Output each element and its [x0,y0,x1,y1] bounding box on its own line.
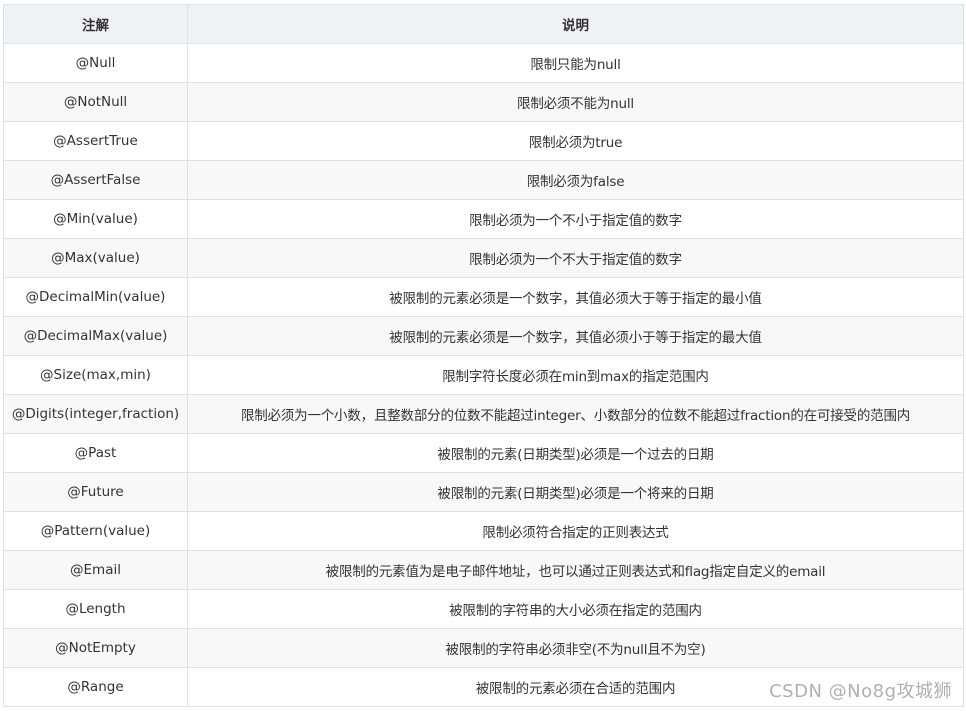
table-row: @Digits(integer,fraction) 限制必须为一个小数，且整数部… [3,394,964,434]
description-cell: 限制必须为一个小数，且整数部分的位数不能超过integer、小数部分的位数不能超… [187,394,964,434]
description-cell: 限制必须不能为null [187,82,964,122]
annotation-cell: @Max(value) [3,238,188,278]
annotation-cell: @Size(max,min) [3,355,188,395]
description-cell: 被限制的元素必须是一个数字，其值必须大于等于指定的最小值 [187,277,964,317]
header-description: 说明 [187,4,964,44]
table-row: @Length 被限制的字符串的大小必须在指定的范围内 [3,589,964,629]
annotation-cell: @Pattern(value) [3,511,188,551]
table-row: @AssertFalse 限制必须为false [3,160,964,200]
table-row: @AssertTrue 限制必须为true [3,121,964,161]
annotation-cell: @Min(value) [3,199,188,239]
annotation-cell: @AssertTrue [3,121,188,161]
annotation-cell: @Future [3,472,188,512]
table-row: @NotNull 限制必须不能为null [3,82,964,122]
description-cell: 限制必须符合指定的正则表达式 [187,511,964,551]
header-annotation: 注解 [3,4,188,44]
table-row: @Email 被限制的元素值为是电子邮件地址，也可以通过正则表达式和flag指定… [3,550,964,590]
table-header-row: 注解 说明 [3,4,964,44]
table-row: @NotEmpty 被限制的字符串必须非空(不为null且不为空) [3,628,964,668]
description-cell: 被限制的元素必须是一个数字，其值必须小于等于指定的最大值 [187,316,964,356]
annotation-cell: @DecimalMin(value) [3,277,188,317]
description-cell: 被限制的元素值为是电子邮件地址，也可以通过正则表达式和flag指定自定义的ema… [187,550,964,590]
annotation-cell: @Range [3,667,188,707]
annotation-cell: @Digits(integer,fraction) [3,394,188,434]
description-cell: 限制必须为true [187,121,964,161]
table-row: @Min(value) 限制必须为一个不小于指定值的数字 [3,199,964,239]
table-row: @DecimalMax(value) 被限制的元素必须是一个数字，其值必须小于等… [3,316,964,356]
description-cell: 限制字符长度必须在min到max的指定范围内 [187,355,964,395]
description-cell: 限制必须为一个不小于指定值的数字 [187,199,964,239]
table-row: @Size(max,min) 限制字符长度必须在min到max的指定范围内 [3,355,964,395]
annotation-cell: @DecimalMax(value) [3,316,188,356]
table-row: @Future 被限制的元素(日期类型)必须是一个将来的日期 [3,472,964,512]
description-cell: 被限制的元素(日期类型)必须是一个过去的日期 [187,433,964,473]
description-cell: 限制必须为一个不大于指定值的数字 [187,238,964,278]
description-cell: 限制必须为false [187,160,964,200]
description-cell: 限制只能为null [187,43,964,83]
table-body: @Null 限制只能为null @NotNull 限制必须不能为null @As… [3,43,964,707]
description-cell: 被限制的元素必须在合适的范围内 [187,667,964,707]
description-cell: 被限制的字符串的大小必须在指定的范围内 [187,589,964,629]
description-cell: 被限制的字符串必须非空(不为null且不为空) [187,628,964,668]
annotation-cell: @Past [3,433,188,473]
table-row: @DecimalMin(value) 被限制的元素必须是一个数字，其值必须大于等… [3,277,964,317]
table-row: @Null 限制只能为null [3,43,964,83]
validation-annotations-table: 注解 说明 @Null 限制只能为null @NotNull 限制必须不能为nu… [3,4,964,707]
annotation-cell: @AssertFalse [3,160,188,200]
annotation-cell: @Email [3,550,188,590]
annotation-cell: @Length [3,589,188,629]
table-row: @Range 被限制的元素必须在合适的范围内 [3,667,964,707]
table-row: @Max(value) 限制必须为一个不大于指定值的数字 [3,238,964,278]
description-cell: 被限制的元素(日期类型)必须是一个将来的日期 [187,472,964,512]
annotation-cell: @NotEmpty [3,628,188,668]
table-row: @Past 被限制的元素(日期类型)必须是一个过去的日期 [3,433,964,473]
table-row: @Pattern(value) 限制必须符合指定的正则表达式 [3,511,964,551]
annotation-cell: @NotNull [3,82,188,122]
annotation-cell: @Null [3,43,188,83]
